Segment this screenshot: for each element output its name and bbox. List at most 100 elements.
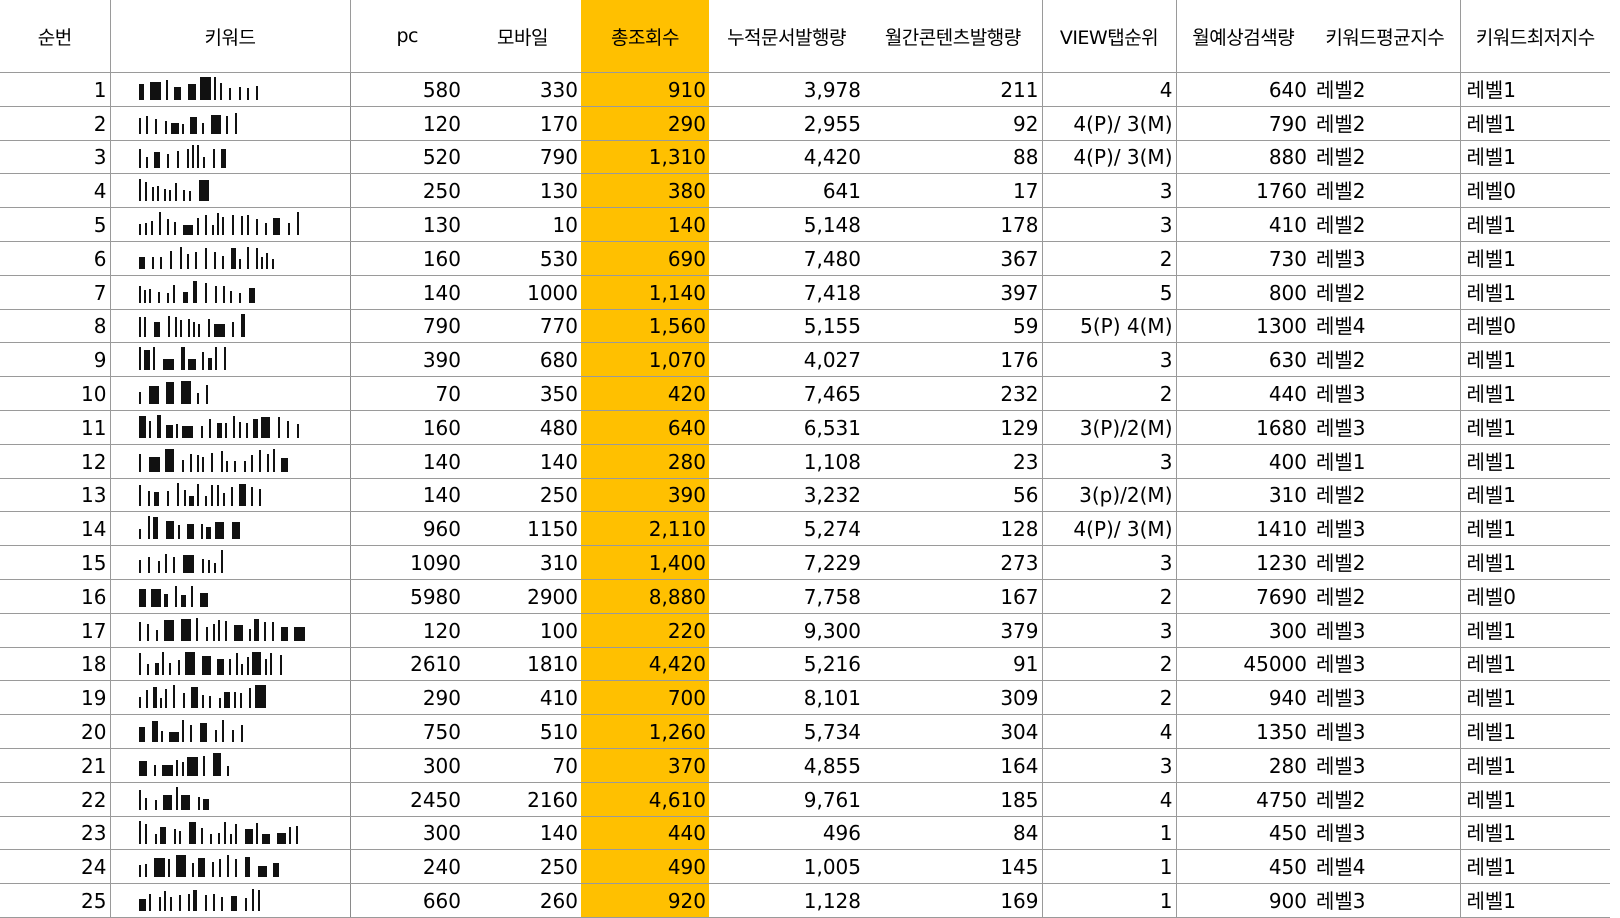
cell-avg-level[interactable]: 레벨3 (1310, 883, 1461, 918)
cell-pc[interactable]: 790 (350, 309, 464, 344)
cell-total[interactable]: 8,880 (581, 579, 709, 614)
cell-min-level[interactable]: 레벨1 (1460, 782, 1610, 817)
cell-mobile[interactable]: 2160 (464, 782, 581, 817)
cell-no[interactable]: 22 (0, 782, 111, 817)
cell-mobile[interactable]: 250 (464, 849, 581, 885)
cell-total[interactable]: 910 (581, 72, 709, 107)
cell-no[interactable]: 9 (0, 342, 111, 378)
cell-min-level[interactable]: 레벨1 (1460, 478, 1610, 513)
cell-total[interactable]: 370 (581, 748, 709, 783)
cell-total[interactable]: 2,110 (581, 511, 709, 547)
cell-monthly[interactable]: 232 (864, 376, 1043, 411)
table-row[interactable]: 14 960 1150 2,110 5,274 128 4(P)/ 3(M) 1410 레벨3 레… (0, 511, 1610, 547)
cell-est-search[interactable]: 280 (1176, 748, 1310, 783)
header-avg-level[interactable]: 키워드평균지수 (1310, 0, 1461, 73)
cell-mobile[interactable]: 140 (464, 816, 581, 851)
cell-total[interactable]: 1,400 (581, 545, 709, 580)
cell-min-level[interactable]: 레벨1 (1460, 207, 1610, 242)
cell-cumulative[interactable]: 5,216 (709, 647, 864, 682)
cell-keyword[interactable] (110, 748, 351, 783)
cell-min-level[interactable]: 레벨1 (1460, 72, 1610, 107)
cell-keyword[interactable] (110, 275, 351, 310)
cell-view-rank[interactable]: 3 (1042, 444, 1177, 479)
cell-cumulative[interactable]: 7,758 (709, 579, 864, 614)
cell-keyword[interactable] (110, 241, 351, 276)
cell-total[interactable]: 1,070 (581, 342, 709, 378)
cell-no[interactable]: 7 (0, 275, 111, 310)
cell-mobile[interactable]: 310 (464, 545, 581, 580)
cell-mobile[interactable]: 1810 (464, 647, 581, 682)
cell-view-rank[interactable]: 4 (1042, 72, 1177, 107)
cell-no[interactable]: 15 (0, 545, 111, 580)
cell-mobile[interactable]: 530 (464, 241, 581, 276)
cell-keyword[interactable] (110, 444, 351, 479)
cell-keyword[interactable] (110, 309, 351, 344)
cell-monthly[interactable]: 185 (864, 782, 1043, 817)
cell-cumulative[interactable]: 9,761 (709, 782, 864, 817)
cell-view-rank[interactable]: 1 (1042, 883, 1177, 918)
cell-monthly[interactable]: 167 (864, 579, 1043, 614)
cell-keyword[interactable] (110, 342, 351, 378)
cell-pc[interactable]: 70 (350, 376, 464, 411)
cell-total[interactable]: 140 (581, 207, 709, 242)
cell-monthly[interactable]: 273 (864, 545, 1043, 580)
cell-mobile[interactable]: 480 (464, 410, 581, 445)
cell-keyword[interactable] (110, 140, 351, 175)
cell-view-rank[interactable]: 4 (1042, 782, 1177, 817)
cell-keyword[interactable] (110, 207, 351, 242)
cell-pc[interactable]: 580 (350, 72, 464, 107)
cell-pc[interactable]: 140 (350, 478, 464, 513)
cell-view-rank[interactable]: 4(P)/ 3(M) (1042, 106, 1177, 141)
cell-mobile[interactable]: 350 (464, 376, 581, 411)
cell-est-search[interactable]: 640 (1176, 72, 1310, 107)
cell-avg-level[interactable]: 레벨4 (1310, 309, 1461, 344)
cell-monthly[interactable]: 92 (864, 106, 1043, 141)
cell-est-search[interactable]: 880 (1176, 140, 1310, 175)
cell-est-search[interactable]: 1230 (1176, 545, 1310, 580)
cell-cumulative[interactable]: 7,418 (709, 275, 864, 310)
header-view-rank[interactable]: VIEW탭순위 (1042, 0, 1177, 73)
cell-min-level[interactable]: 레벨1 (1460, 342, 1610, 378)
cell-cumulative[interactable]: 5,148 (709, 207, 864, 242)
cell-cumulative[interactable]: 2,955 (709, 106, 864, 141)
cell-total[interactable]: 1,310 (581, 140, 709, 175)
cell-min-level[interactable]: 레벨0 (1460, 173, 1610, 209)
cell-monthly[interactable]: 397 (864, 275, 1043, 310)
cell-cumulative[interactable]: 7,465 (709, 376, 864, 411)
table-row[interactable]: 1 580 330 910 3,978 211 4 640 레벨2 레벨1 (0, 72, 1610, 107)
cell-avg-level[interactable]: 레벨3 (1310, 241, 1461, 276)
cell-monthly[interactable]: 88 (864, 140, 1043, 175)
cell-cumulative[interactable]: 9,300 (709, 613, 864, 648)
table-row[interactable]: 7 140 1000 1,140 7,418 397 5 800 레벨2 레벨1 (0, 275, 1610, 310)
cell-pc[interactable]: 160 (350, 241, 464, 276)
cell-no[interactable]: 12 (0, 444, 111, 479)
cell-cumulative[interactable]: 6,531 (709, 410, 864, 445)
cell-avg-level[interactable]: 레벨2 (1310, 342, 1461, 378)
cell-total[interactable]: 690 (581, 241, 709, 276)
table-row[interactable]: 19 290 410 700 8,101 309 2 940 레벨3 레벨1 (0, 680, 1610, 716)
cell-view-rank[interactable]: 3 (1042, 342, 1177, 378)
cell-est-search[interactable]: 900 (1176, 883, 1310, 918)
cell-keyword[interactable] (110, 613, 351, 648)
cell-no[interactable]: 10 (0, 376, 111, 411)
cell-total[interactable]: 420 (581, 376, 709, 411)
cell-avg-level[interactable]: 레벨2 (1310, 106, 1461, 141)
cell-view-rank[interactable]: 2 (1042, 680, 1177, 716)
cell-pc[interactable]: 390 (350, 342, 464, 378)
cell-monthly[interactable]: 129 (864, 410, 1043, 445)
cell-mobile[interactable]: 70 (464, 748, 581, 783)
cell-total[interactable]: 390 (581, 478, 709, 513)
table-row[interactable]: 23 300 140 440 496 84 1 450 레벨3 레벨1 (0, 816, 1610, 851)
header-est-search[interactable]: 월예상검색량 (1176, 0, 1310, 73)
cell-monthly[interactable]: 176 (864, 342, 1043, 378)
cell-pc[interactable]: 250 (350, 173, 464, 209)
cell-avg-level[interactable]: 레벨3 (1310, 714, 1461, 749)
cell-monthly[interactable]: 17 (864, 173, 1043, 209)
cell-est-search[interactable]: 1300 (1176, 309, 1310, 344)
table-row[interactable]: 17 120 100 220 9,300 379 3 300 레벨3 레벨1 (0, 613, 1610, 648)
cell-cumulative[interactable]: 1,108 (709, 444, 864, 479)
cell-total[interactable]: 1,260 (581, 714, 709, 749)
cell-monthly[interactable]: 309 (864, 680, 1043, 716)
cell-mobile[interactable]: 260 (464, 883, 581, 918)
cell-est-search[interactable]: 1680 (1176, 410, 1310, 445)
